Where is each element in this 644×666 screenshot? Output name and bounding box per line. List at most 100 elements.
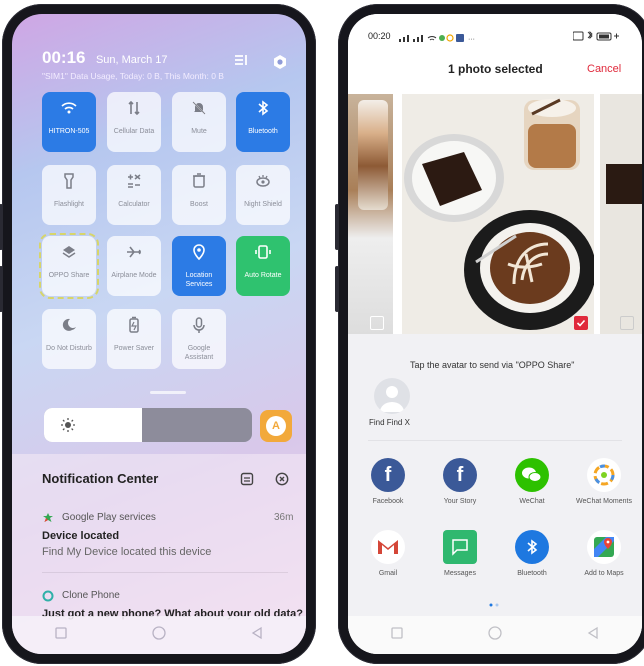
battery-icon — [107, 316, 161, 344]
notification-app-name: Google Play services — [62, 512, 156, 523]
navigation-bar — [12, 616, 306, 654]
clear-all-icon[interactable] — [275, 472, 289, 491]
tile-calculator[interactable]: Calculator — [107, 165, 161, 225]
clock: 00:16 — [42, 48, 86, 67]
flashlight-icon — [42, 172, 96, 200]
tile-power-saver[interactable]: Power Saver — [107, 309, 161, 369]
gmail-icon — [371, 530, 405, 564]
share-header: 1 photo selected Cancel — [348, 50, 642, 90]
boost-icon — [172, 172, 226, 200]
status-row: 00:16 Sun, March 17 — [42, 48, 167, 68]
tile-wifi[interactable]: HITRON-505 — [42, 92, 96, 152]
manage-notifications-icon[interactable] — [240, 472, 254, 491]
edit-tiles-icon[interactable] — [234, 54, 248, 69]
tile-label: Calculator — [118, 201, 150, 208]
tile-do-not-disturb[interactable]: Do Not Disturb — [42, 309, 96, 369]
auto-brightness-button[interactable]: A — [260, 410, 292, 442]
wechat-moments-icon — [587, 458, 621, 492]
photo-thumbnail[interactable] — [600, 94, 642, 334]
share-app-facebook[interactable]: f Facebook — [358, 458, 418, 506]
notification-app-name: Clone Phone — [62, 590, 120, 601]
tile-bluetooth[interactable]: Bluetooth — [236, 92, 290, 152]
oppo-share-icon — [42, 243, 96, 271]
share-app-wechat[interactable]: WeChat — [502, 458, 562, 506]
share-app-bluetooth[interactable]: Bluetooth — [502, 530, 562, 578]
tile-label: Bluetooth — [248, 128, 278, 135]
auto-brightness-letter: A — [266, 416, 286, 436]
photo-checkbox-checked[interactable] — [574, 316, 588, 330]
location-icon — [172, 243, 226, 271]
share-app-wechat-moments[interactable]: WeChat Moments — [574, 458, 634, 506]
brightness-slider[interactable] — [44, 408, 252, 442]
selected-photo[interactable] — [402, 94, 594, 334]
tile-label: Boost — [190, 201, 208, 208]
avatar[interactable] — [374, 378, 410, 414]
notification-text: Find My Device located this device — [42, 546, 212, 558]
share-app-label: Your Story — [443, 498, 477, 505]
data-usage-text: "SIM1" Data Usage, Today: 0 B, This Mont… — [42, 71, 224, 81]
home-button[interactable] — [487, 625, 503, 646]
notification-title: Device located — [42, 530, 120, 542]
share-app-label: Messages — [444, 570, 476, 577]
svg-text:···: ··· — [468, 36, 475, 43]
cancel-button[interactable]: Cancel — [587, 63, 621, 75]
tile-label: Flashlight — [54, 201, 84, 208]
divider — [42, 572, 288, 573]
tile-airplane-mode[interactable]: Airplane Mode — [107, 236, 161, 296]
photo-strip — [348, 90, 642, 334]
share-app-label: WeChat — [519, 498, 545, 505]
status-icons: ··· — [398, 30, 478, 48]
settings-gear-icon[interactable] — [272, 54, 288, 75]
auto-rotate-icon — [236, 243, 290, 271]
panel-handle[interactable] — [150, 391, 186, 394]
nearby-device-name: Find Find X — [369, 418, 410, 427]
system-status-icons — [572, 30, 621, 43]
moon-icon — [42, 316, 96, 344]
tile-auto-rotate[interactable]: Auto Rotate — [236, 236, 290, 296]
back-button[interactable] — [250, 626, 264, 645]
page-indicator — [489, 594, 501, 612]
share-app-your-story[interactable]: f Your Story — [430, 458, 490, 506]
volume-button — [0, 204, 3, 250]
share-app-gmail[interactable]: Gmail — [358, 530, 418, 578]
sun-icon — [60, 417, 76, 438]
calculator-icon — [107, 172, 161, 200]
tile-label: Auto Rotate — [244, 272, 282, 279]
share-sheet: Tap the avatar to send via "OPPO Share" … — [348, 350, 642, 654]
tile-flashlight[interactable]: Flashlight — [42, 165, 96, 225]
tile-label: Google Assistant — [184, 345, 214, 361]
photo-checkbox[interactable] — [620, 316, 634, 330]
volume-button — [335, 204, 339, 250]
tile-night-shield[interactable]: Night Shield — [236, 165, 290, 225]
share-app-label: Bluetooth — [517, 570, 547, 577]
messages-icon — [443, 530, 477, 564]
recents-button[interactable] — [390, 626, 404, 645]
tile-google-assistant[interactable]: Google Assistant — [172, 309, 226, 369]
back-button[interactable] — [586, 626, 600, 645]
tile-location-services[interactable]: Location Services — [172, 236, 226, 296]
microphone-icon — [172, 316, 226, 344]
person-icon — [380, 386, 404, 412]
tile-mute[interactable]: Mute — [172, 92, 226, 152]
share-app-label: WeChat Moments — [576, 498, 632, 505]
tile-oppo-share[interactable]: OPPO Share — [39, 233, 99, 299]
tile-label: Airplane Mode — [111, 272, 157, 279]
tile-cellular-data[interactable]: Cellular Data — [107, 92, 161, 152]
tile-boost[interactable]: Boost — [172, 165, 226, 225]
share-app-messages[interactable]: Messages — [430, 530, 490, 578]
tile-label: Location Services — [185, 272, 213, 288]
photo-checkbox[interactable] — [370, 316, 384, 330]
share-app-label: Gmail — [378, 570, 398, 577]
home-button[interactable] — [151, 625, 167, 646]
cellular-data-icon — [107, 99, 161, 127]
volume-button — [335, 266, 339, 312]
facebook-icon: f — [371, 458, 405, 492]
recents-button[interactable] — [54, 626, 68, 645]
tile-label: Do Not Disturb — [46, 345, 92, 352]
tile-label: Mute — [191, 128, 207, 135]
photo-thumbnail[interactable] — [348, 94, 393, 334]
share-app-add-to-maps[interactable]: Add to Maps — [574, 530, 634, 578]
airplane-icon — [107, 243, 161, 271]
maps-icon — [587, 530, 621, 564]
oppo-share-hint: Tap the avatar to send via "OPPO Share" — [410, 360, 575, 370]
